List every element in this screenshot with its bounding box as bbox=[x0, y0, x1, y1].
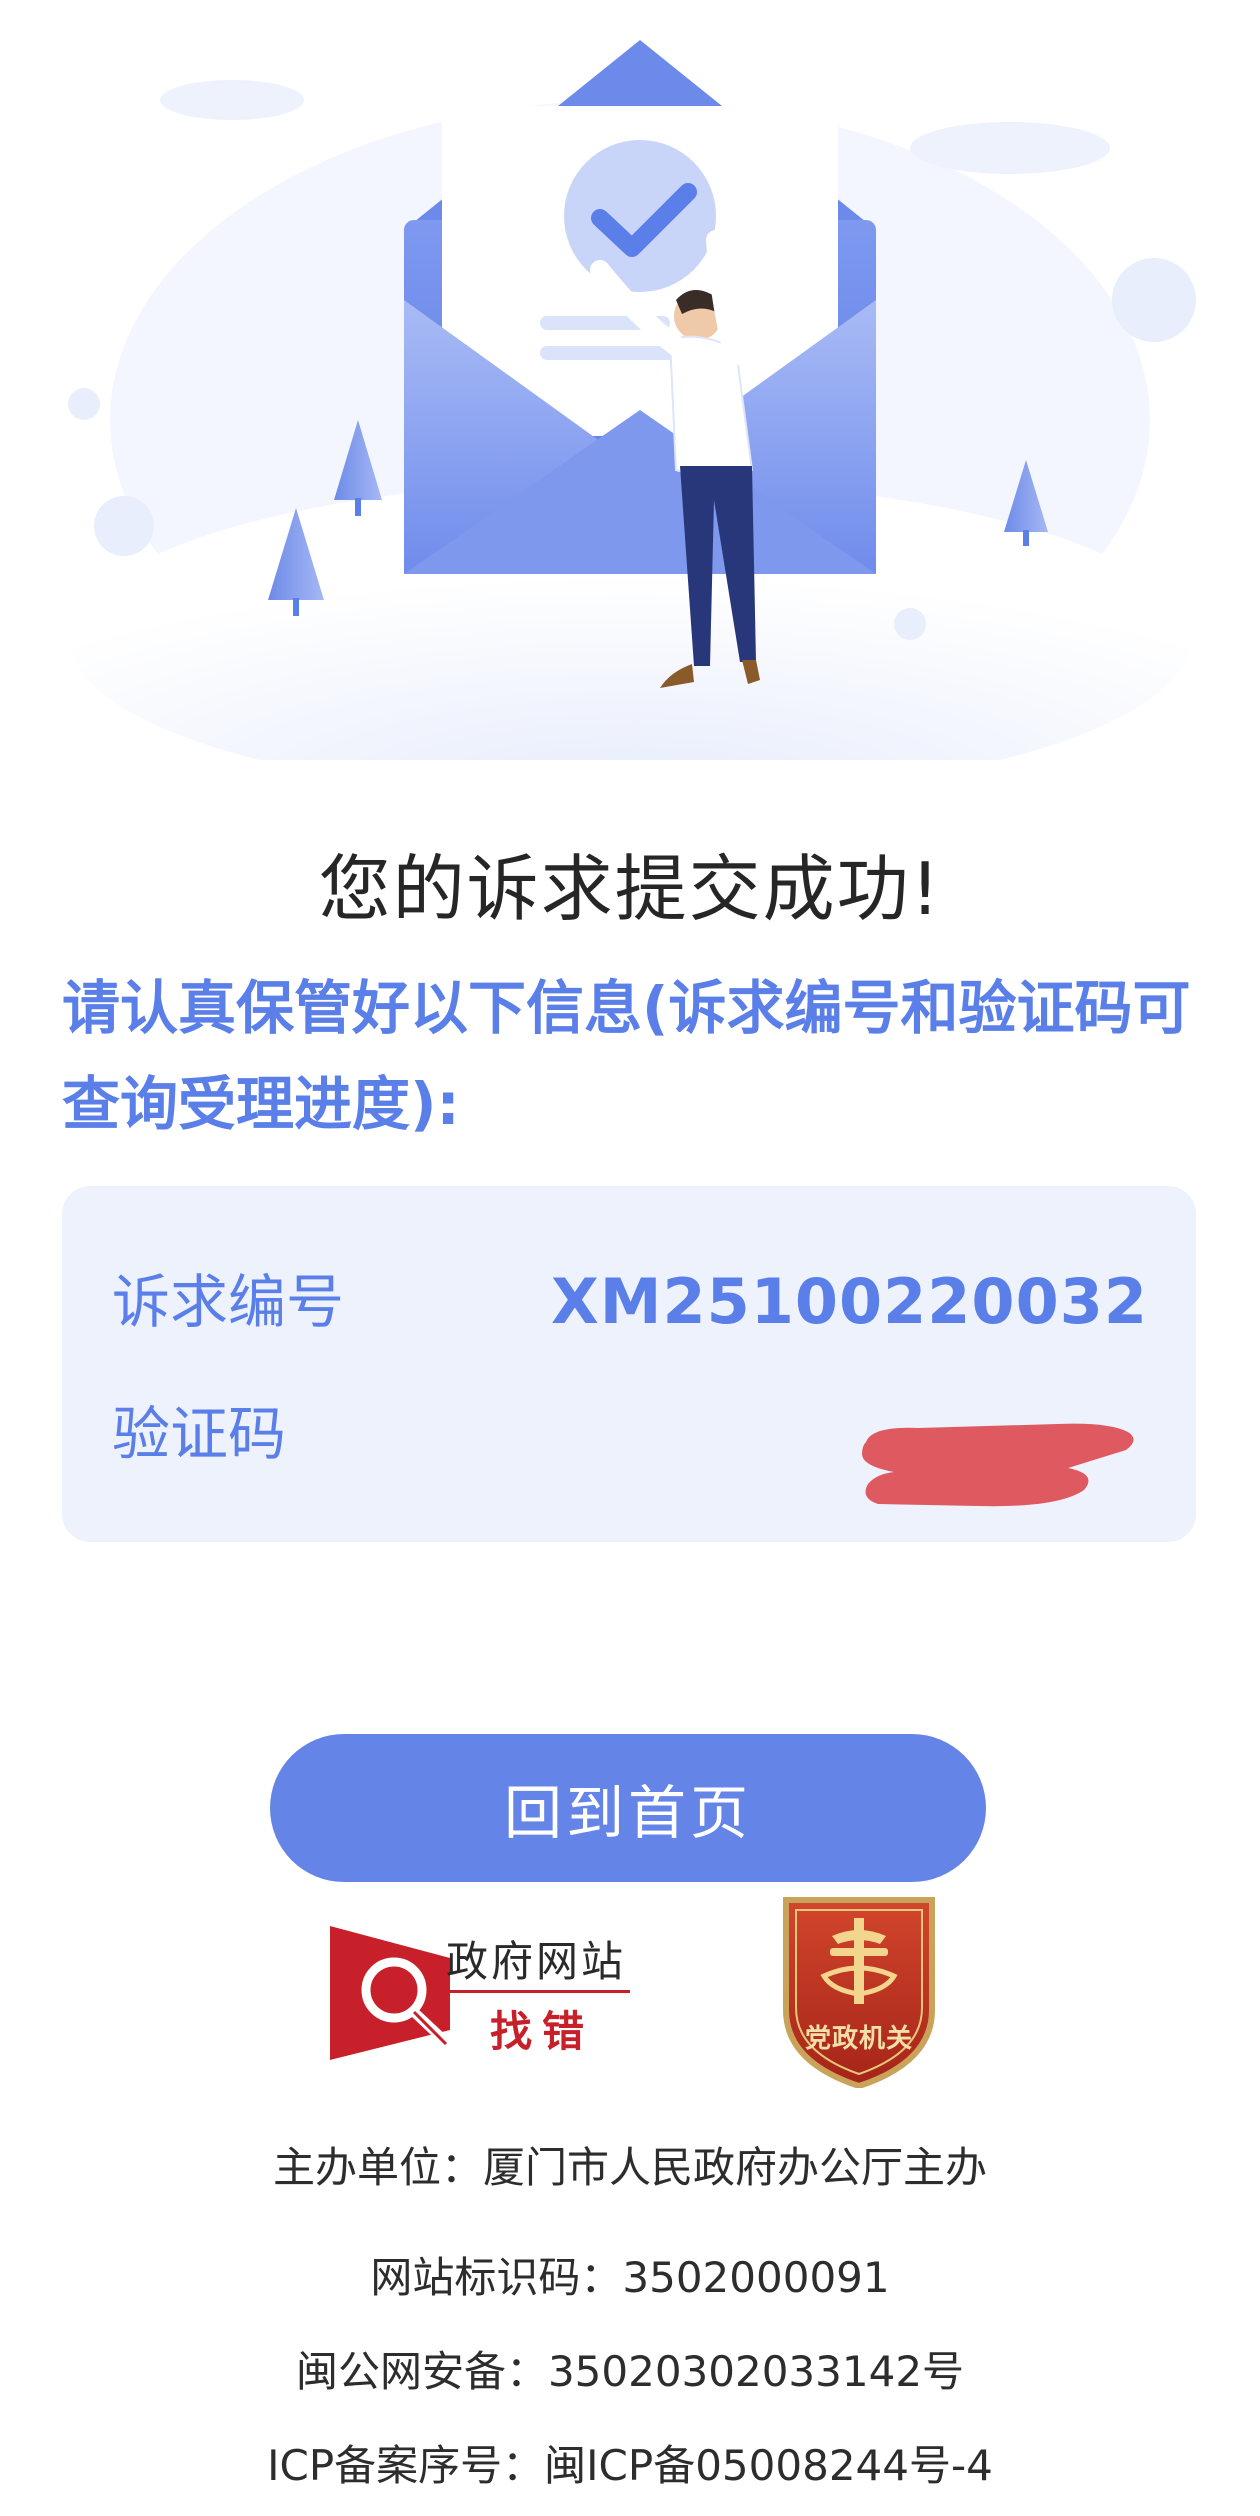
verify-code-label: 验证码 bbox=[112, 1400, 287, 1468]
footer-sponsor: 主办单位：厦门市人民政府办公厅主办 bbox=[272, 2143, 987, 2192]
magnifier-icon bbox=[330, 1926, 453, 2060]
case-number-value: XM25100220032 bbox=[550, 1265, 1148, 1338]
gov-error-divider bbox=[446, 1990, 630, 1993]
verify-code-row: 验证码 bbox=[112, 1394, 1148, 1507]
case-number-label: 诉求编号 bbox=[112, 1268, 345, 1336]
envelope-success-icon bbox=[68, 40, 1196, 760]
verify-code-redaction bbox=[862, 1423, 1134, 1507]
party-gov-badge[interactable]: 党政机关 bbox=[776, 1890, 942, 2088]
gov-error-line1: 政府网站 bbox=[446, 1937, 627, 1986]
party-emblem-icon bbox=[783, 1897, 935, 2088]
footer-site-code: 网站标识码：3502000091 bbox=[370, 2253, 890, 2302]
page-title: 您的诉求提交成功! bbox=[318, 847, 942, 931]
footer-police-record[interactable]: 闽公网安备：35020302033142号 bbox=[0, 2338, 1260, 2399]
notice-text: 请认真保管好以下信息(诉求编号和验证码可查询受理进度): bbox=[62, 974, 1191, 1138]
home-button[interactable]: 回到首页 bbox=[270, 1734, 986, 1882]
gov-error-line2: 找错 bbox=[490, 2007, 595, 2056]
case-number-row: 诉求编号 XM25100220032 bbox=[112, 1262, 1148, 1342]
footer-icp-record[interactable]: ICP备案序号：闽ICP备05008244号-4 bbox=[0, 2432, 1260, 2493]
success-illustration bbox=[0, 0, 1260, 760]
submission-info-card: 诉求编号 XM25100220032 验证码 bbox=[62, 1186, 1196, 1542]
gov-site-error-badge[interactable]: 政府网站 找错 bbox=[330, 1918, 640, 2060]
party-gov-label: 党政机关 bbox=[804, 2024, 913, 2054]
